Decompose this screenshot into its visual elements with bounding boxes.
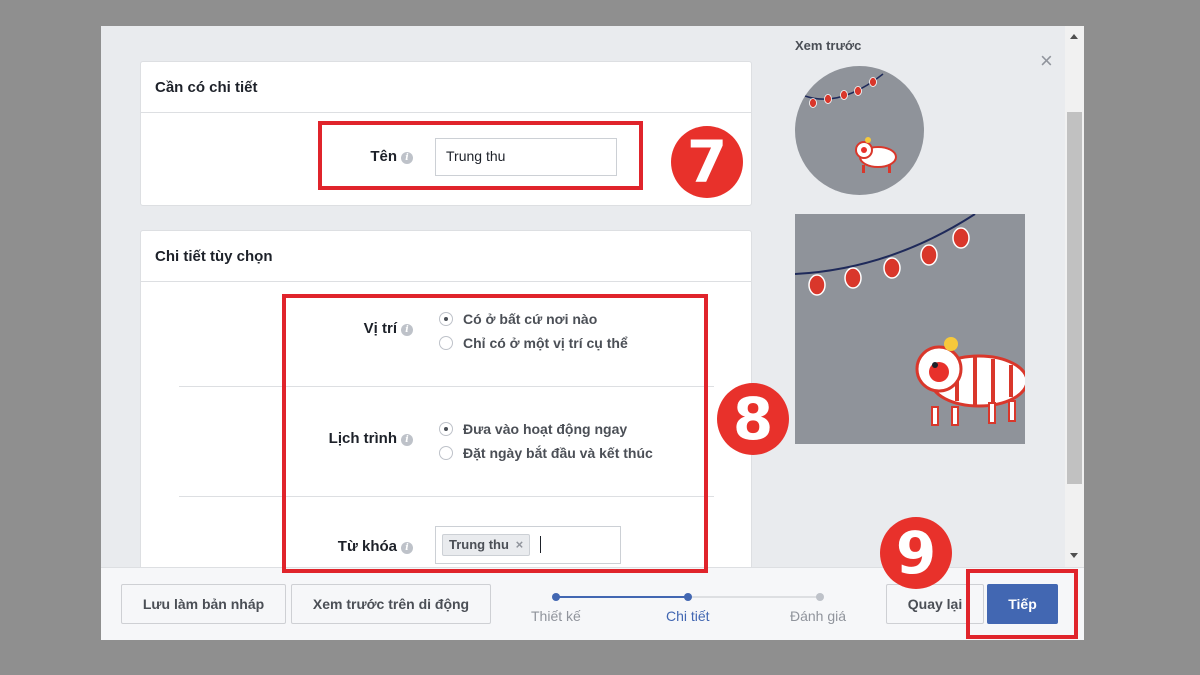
step-badge-7: 7	[671, 126, 743, 198]
card-title: Cần có chi tiết	[155, 79, 258, 96]
highlight-box-optional	[282, 294, 708, 573]
lantern-lion-illustration-small	[795, 66, 924, 195]
save-draft-button[interactable]: Lưu làm bản nháp	[121, 584, 286, 624]
lantern-lion-illustration-large	[794, 213, 1029, 444]
preview-circle-image	[795, 66, 924, 195]
step-label-review[interactable]: Đánh giá	[790, 608, 846, 624]
card-title: Chi tiết tùy chọn	[155, 248, 273, 265]
step-dot-review	[816, 593, 824, 601]
step-label-design[interactable]: Thiết kế	[531, 608, 581, 624]
close-icon[interactable]: ×	[1040, 50, 1053, 72]
scroll-down-arrow-icon[interactable]	[1070, 553, 1078, 558]
highlight-box-next	[966, 569, 1078, 639]
card-header: Cần có chi tiết	[141, 62, 751, 113]
stepper-line-done	[556, 596, 688, 598]
highlight-box-name	[318, 121, 643, 190]
step-dot-design	[552, 593, 560, 601]
preview-square-image	[794, 213, 1029, 444]
step-badge-9: 9	[880, 517, 952, 589]
mobile-preview-button[interactable]: Xem trước trên di động	[291, 584, 491, 624]
step-badge-8: 8	[717, 383, 789, 455]
scrollbar-thumb[interactable]	[1067, 112, 1082, 484]
stepper-line-pending	[688, 596, 820, 598]
card-header: Chi tiết tùy chọn	[141, 231, 751, 282]
scroll-up-arrow-icon[interactable]	[1070, 34, 1078, 39]
step-label-details[interactable]: Chi tiết	[666, 608, 710, 624]
step-dot-details	[684, 593, 692, 601]
preview-title: Xem trước	[795, 38, 862, 53]
scrollbar[interactable]	[1065, 26, 1084, 567]
